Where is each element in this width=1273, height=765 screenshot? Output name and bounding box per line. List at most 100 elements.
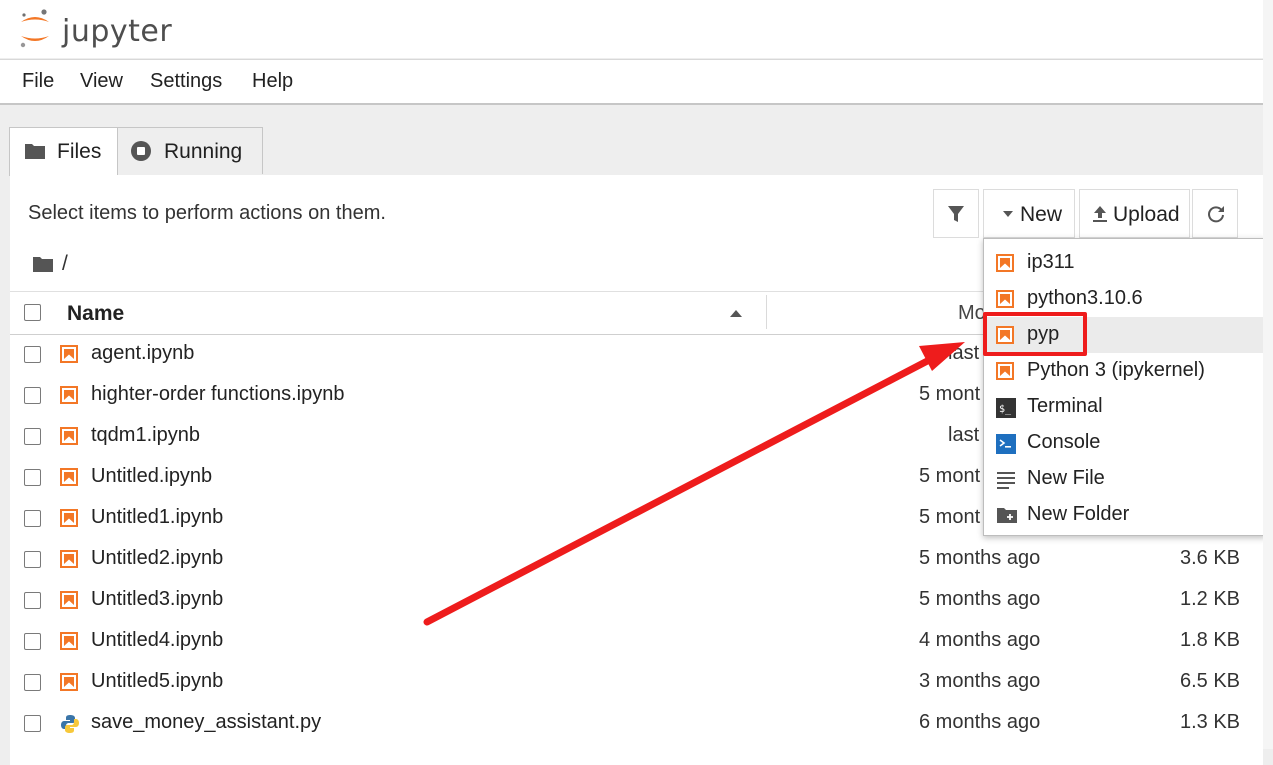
notebook-icon <box>60 345 78 363</box>
new-menu-item-label: Python 3 (ipykernel) <box>1027 359 1205 381</box>
file-modified: 4 months ago <box>919 629 1041 651</box>
new-menu-item-label: Terminal <box>1027 395 1103 417</box>
folder-icon <box>24 142 46 166</box>
row-checkbox[interactable] <box>24 633 41 650</box>
breadcrumb[interactable]: / <box>62 252 68 276</box>
name-column-header[interactable]: Name <box>67 302 124 326</box>
tab-running[interactable]: Running <box>117 127 263 174</box>
row-checkbox[interactable] <box>24 674 41 691</box>
new-menu-item-label: python3.10.6 <box>1027 287 1143 309</box>
file-name[interactable]: Untitled1.ipynb <box>91 506 223 529</box>
notebook-icon <box>60 468 78 486</box>
new-menu-item[interactable]: Python 3 (ipykernel) <box>984 353 1265 389</box>
upload-button[interactable]: Upload <box>1079 189 1190 238</box>
file-name[interactable]: highter-order functions.ipynb <box>91 383 344 406</box>
annotation-highlight-box <box>983 312 1087 356</box>
stop-circle-icon <box>130 140 152 168</box>
file-size: 6.5 KB <box>1179 670 1240 692</box>
file-size: 1.2 KB <box>1179 588 1240 610</box>
file-name[interactable]: Untitled5.ipynb <box>91 670 223 693</box>
row-checkbox[interactable] <box>24 469 41 486</box>
new-menu-item[interactable]: New File <box>984 461 1265 497</box>
breadcrumb-home-folder-icon[interactable] <box>32 255 54 278</box>
notebook-icon <box>60 427 78 445</box>
table-row[interactable]: Untitled2.ipynb 5 months ago 3.6 KB <box>10 539 1263 580</box>
notebook-icon <box>60 591 78 609</box>
upload-icon <box>1093 206 1107 222</box>
tab-files[interactable]: Files <box>9 127 118 176</box>
new-menu-item-label: New Folder <box>1027 503 1130 525</box>
row-checkbox[interactable] <box>24 715 41 732</box>
menu-file[interactable]: File <box>22 70 54 93</box>
column-divider[interactable] <box>766 295 767 329</box>
menu-bar: File View Settings Help <box>0 59 1264 105</box>
new-menu-item[interactable]: Console <box>984 425 1265 461</box>
file-modified: 5 months ago <box>919 547 1041 569</box>
select-all-checkbox[interactable] <box>24 304 41 321</box>
upload-button-label: Upload <box>1113 203 1180 226</box>
file-name[interactable]: agent.ipynb <box>91 342 194 365</box>
row-checkbox[interactable] <box>24 387 41 404</box>
file-name[interactable]: tqdm1.ipynb <box>91 424 200 447</box>
menu-settings[interactable]: Settings <box>150 70 222 93</box>
modified-column-header[interactable]: Mo <box>958 302 986 325</box>
refresh-button[interactable] <box>1192 189 1238 238</box>
new-menu-item[interactable]: $_ Terminal <box>984 389 1265 425</box>
file-size: 1.8 KB <box>1179 629 1240 651</box>
text-file-icon <box>996 470 1016 495</box>
row-checkbox[interactable] <box>24 551 41 568</box>
new-menu-item[interactable]: ip311 <box>984 245 1265 281</box>
tab-files-label: Files <box>57 140 102 163</box>
menu-view[interactable]: View <box>80 70 123 93</box>
notebook-icon <box>996 290 1014 308</box>
refresh-icon <box>1208 206 1224 223</box>
filter-icon <box>948 206 964 222</box>
notebook-icon <box>60 386 78 404</box>
file-modified: 5 months ago <box>919 588 1041 610</box>
file-modified: 6 months ago <box>919 711 1041 733</box>
file-size: 1.3 KB <box>1179 711 1240 733</box>
menu-help[interactable]: Help <box>252 70 293 93</box>
terminal-icon: $_ <box>996 398 1016 423</box>
new-folder-icon <box>996 506 1018 529</box>
svg-text:$_: $_ <box>999 404 1012 415</box>
new-menu-item-label: Console <box>1027 431 1101 453</box>
sort-ascending-icon <box>730 310 742 317</box>
new-menu-item-label: New File <box>1027 467 1105 489</box>
notebook-icon <box>996 254 1014 272</box>
new-button-label: New <box>1020 203 1063 226</box>
table-row[interactable]: save_money_assistant.py 6 months ago 1.3 K… <box>10 703 1263 744</box>
top-bar: jupyter <box>0 0 1264 58</box>
file-modified: 5 mont <box>919 465 981 487</box>
window-edge <box>1263 0 1273 749</box>
filter-button[interactable] <box>933 189 979 238</box>
file-name[interactable]: Untitled2.ipynb <box>91 547 223 570</box>
file-name[interactable]: Untitled4.ipynb <box>91 629 223 652</box>
row-checkbox[interactable] <box>24 346 41 363</box>
row-checkbox[interactable] <box>24 592 41 609</box>
new-launcher-button[interactable]: New <box>983 189 1075 238</box>
notebook-icon <box>60 673 78 691</box>
notebook-icon <box>60 632 78 650</box>
notebook-icon <box>60 509 78 527</box>
new-menu-item[interactable]: New Folder <box>984 497 1265 533</box>
logo-text: jupyter <box>62 14 173 49</box>
table-row[interactable]: Untitled4.ipynb 4 months ago 1.8 KB <box>10 621 1263 662</box>
file-modified: last <box>948 342 980 364</box>
file-modified: 3 months ago <box>919 670 1041 692</box>
row-checkbox[interactable] <box>24 510 41 527</box>
file-modified: 5 mont <box>919 383 981 405</box>
file-modified: last <box>948 424 980 446</box>
file-size: 3.6 KB <box>1179 547 1240 569</box>
row-checkbox[interactable] <box>24 428 41 445</box>
new-launcher-menu: ip311 python3.10.6 pyp Python 3 (ipykernel)… <box>983 238 1266 536</box>
file-name[interactable]: save_money_assistant.py <box>91 711 321 734</box>
table-row[interactable]: Untitled5.ipynb 3 months ago 6.5 KB <box>10 662 1263 703</box>
table-row[interactable]: Untitled3.ipynb 5 months ago 1.2 KB <box>10 580 1263 621</box>
jupyter-logo[interactable]: jupyter <box>18 8 178 52</box>
python-icon <box>60 714 80 739</box>
caret-down-icon <box>1003 211 1013 217</box>
file-name[interactable]: Untitled3.ipynb <box>91 588 223 611</box>
tab-running-label: Running <box>164 140 243 163</box>
file-name[interactable]: Untitled.ipynb <box>91 465 212 488</box>
